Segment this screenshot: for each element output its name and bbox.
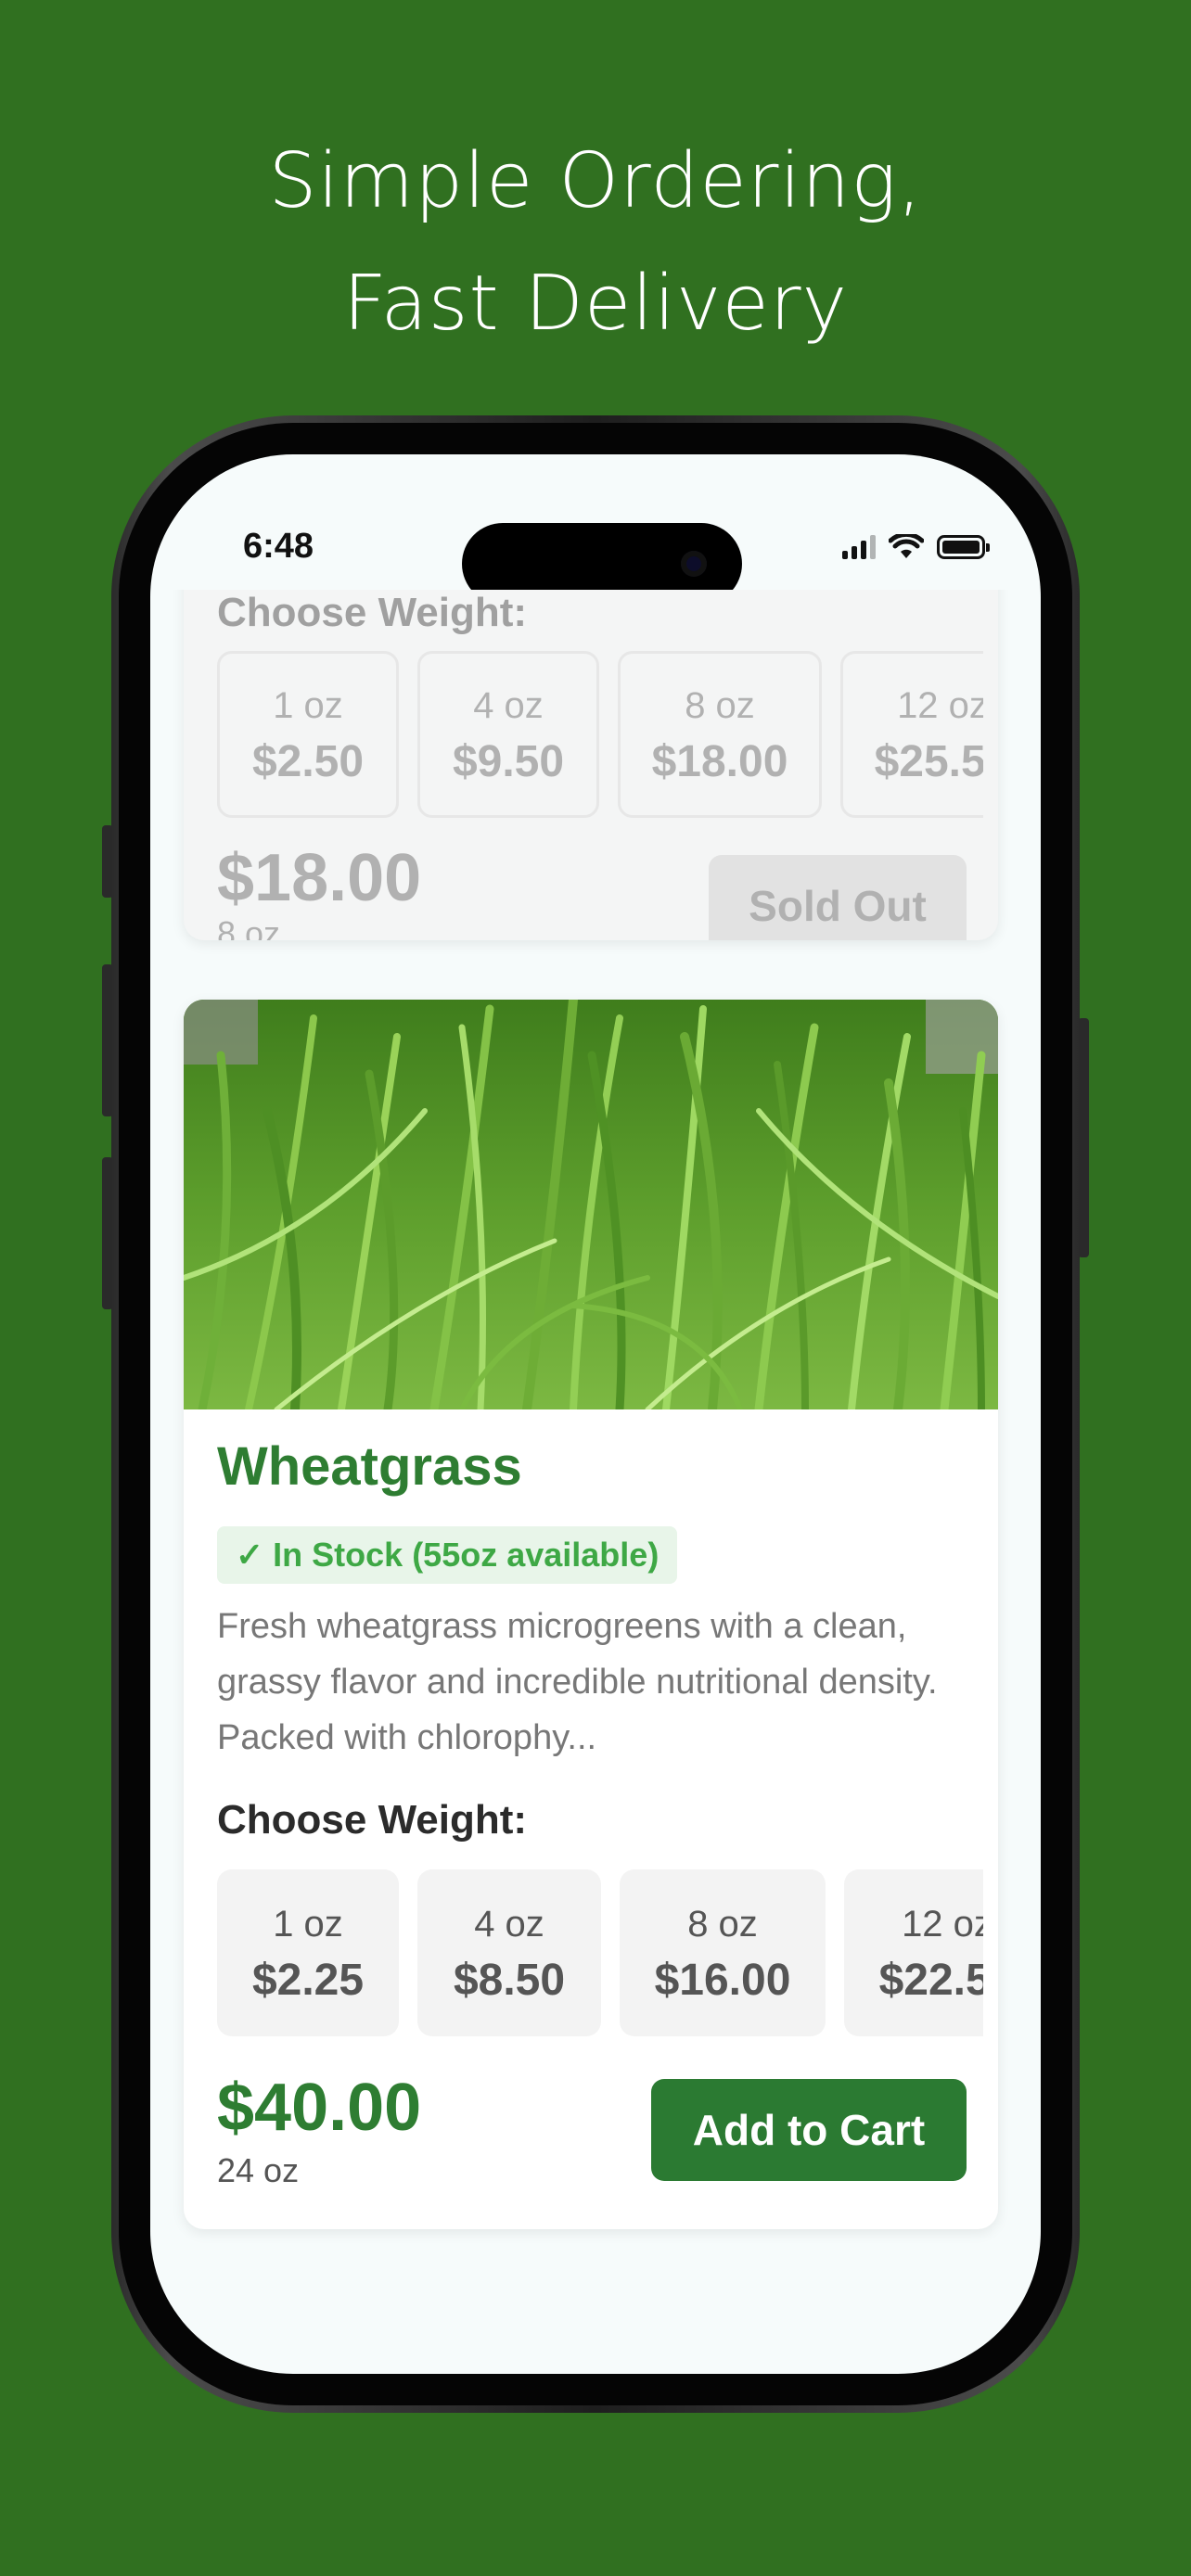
phone-screen: 6:48 Choose Weight: 1 oz $2.50 4 oz $9.5… xyxy=(150,454,1041,2374)
wifi-icon xyxy=(889,534,924,558)
weight-options: 1 oz $2.50 4 oz $9.50 8 oz $18.00 12 oz … xyxy=(217,651,983,818)
headline: Simple Ordering, Fast Delivery xyxy=(0,121,1191,365)
choose-weight-label: Choose Weight: xyxy=(217,1797,528,1843)
selected-weight: 24 oz xyxy=(217,2151,300,2189)
weight-option-weight: 1 oz xyxy=(273,685,343,726)
product-description: Fresh wheatgrass microgreens with a clea… xyxy=(217,1607,938,1757)
product-card-sold-out: Choose Weight: 1 oz $2.50 4 oz $9.50 8 o… xyxy=(184,590,998,940)
weight-option[interactable]: 12 oz $25.50 xyxy=(840,651,983,818)
weight-option-weight: 8 oz xyxy=(687,1904,758,1945)
weight-option-weight: 4 oz xyxy=(473,685,544,726)
product-image-wheatgrass xyxy=(184,1000,998,1409)
weight-option-price: $16.00 xyxy=(654,1956,791,2005)
weight-option[interactable]: 1 oz $2.50 xyxy=(217,651,399,818)
weight-option[interactable]: 1 oz $2.25 xyxy=(217,1869,399,2036)
stock-badge: ✓ In Stock (55oz available) xyxy=(217,1526,678,1584)
selected-price: $18.00 xyxy=(217,841,422,915)
weight-option[interactable]: 8 oz $16.00 xyxy=(620,1869,826,2036)
weight-option-price: $8.50 xyxy=(453,1956,566,2005)
weight-option-weight: 12 oz xyxy=(902,1904,983,1945)
weight-option-price: $2.50 xyxy=(251,737,365,786)
sold-out-button[interactable]: Sold Out xyxy=(709,855,967,940)
status-icons xyxy=(842,534,990,560)
wheatgrass-image xyxy=(184,1000,998,1409)
status-time: 6:48 xyxy=(243,527,314,566)
battery-icon xyxy=(937,535,990,559)
weight-option-price: $22.50 xyxy=(878,1956,983,2005)
weight-option-price: $2.25 xyxy=(251,1956,365,2005)
weight-option-weight: 4 oz xyxy=(474,1904,544,1945)
weight-option-price: $9.50 xyxy=(452,737,565,786)
add-to-cart-button[interactable]: Add to Cart xyxy=(651,2079,967,2181)
signal-icon xyxy=(842,535,876,559)
selected-weight: 8 oz xyxy=(217,914,281,940)
phone-frame: 6:48 Choose Weight: 1 oz $2.50 4 oz $9.5… xyxy=(111,415,1080,2413)
weight-option-price: $25.50 xyxy=(874,737,983,786)
weight-option-weight: 8 oz xyxy=(685,685,755,726)
weight-option-weight: 1 oz xyxy=(273,1904,343,1945)
weight-option[interactable]: 12 oz $22.50 xyxy=(844,1869,983,2036)
product-list[interactable]: Choose Weight: 1 oz $2.50 4 oz $9.50 8 o… xyxy=(150,590,1041,2370)
product-title: Wheatgrass xyxy=(217,1436,522,1497)
headline-line-1: Simple Ordering, xyxy=(268,137,923,225)
weight-option-weight: 12 oz xyxy=(897,685,983,726)
weight-option-price: $18.00 xyxy=(651,737,788,786)
selected-price: $40.00 xyxy=(217,2071,422,2145)
weight-option[interactable]: 4 oz $8.50 xyxy=(417,1869,601,2036)
weight-options: 1 oz $2.25 4 oz $8.50 8 oz $16.00 12 oz … xyxy=(217,1869,983,2036)
product-card-wheatgrass: Wheatgrass ✓ In Stock (55oz available) F… xyxy=(184,1000,998,2229)
weight-option[interactable]: 4 oz $9.50 xyxy=(417,651,599,818)
camera-icon xyxy=(681,551,707,577)
phone-bezel: 6:48 Choose Weight: 1 oz $2.50 4 oz $9.5… xyxy=(119,423,1072,2405)
battery-level xyxy=(942,541,980,554)
choose-weight-label: Choose Weight: xyxy=(217,590,528,635)
headline-line-2: Fast Delivery xyxy=(342,260,849,348)
weight-option[interactable]: 8 oz $18.00 xyxy=(618,651,822,818)
